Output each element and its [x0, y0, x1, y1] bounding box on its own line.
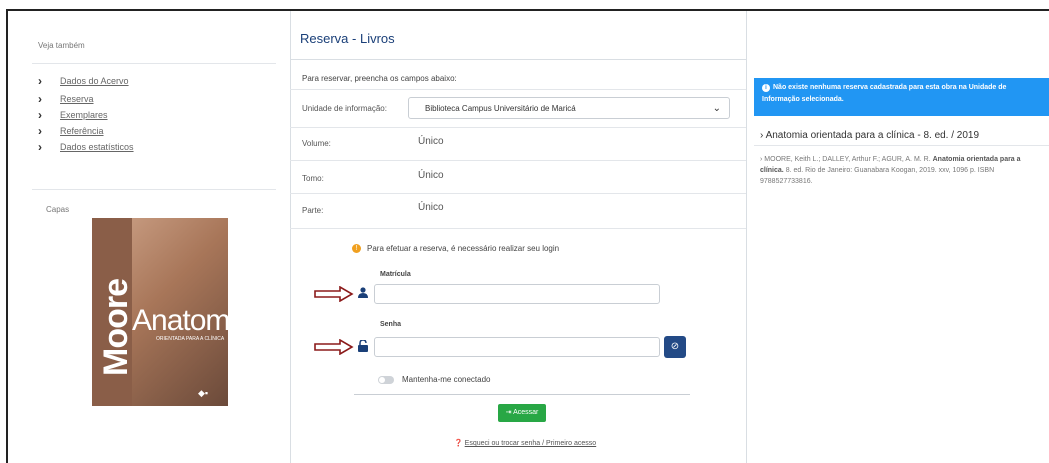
chevron-right-icon: › — [38, 108, 42, 122]
divider — [754, 145, 1049, 146]
toggle-password-button[interactable]: ⊘ — [664, 336, 686, 358]
senha-label: Senha — [380, 321, 402, 328]
chevron-right-icon: › — [38, 124, 42, 138]
instruction-text: Para reservar, preencha os campos abaixo… — [302, 74, 457, 83]
link-reserva[interactable]: › Reserva — [38, 91, 134, 107]
divider — [32, 189, 276, 190]
tomo-value: Único — [418, 170, 444, 181]
see-also-links: › Dados do Acervo › Reserva › Exemplares › R… — [38, 71, 134, 155]
link-referencia[interactable]: › Referência — [38, 123, 134, 139]
tomo-label: Tomo: — [302, 174, 324, 183]
toggle-switch[interactable] — [378, 375, 394, 384]
cover-author: Moore — [97, 279, 135, 376]
right-panel: i Não existe nenhuma reserva cadastrada p… — [746, 11, 1049, 463]
link-dados-estatisticos[interactable]: › Dados estatísticos — [38, 139, 134, 155]
chevron-right-icon: › — [760, 156, 763, 163]
divider — [290, 89, 746, 90]
book-reference: › MOORE, Keith L.; DALLEY, Arthur F.; AG… — [760, 156, 1021, 185]
chevron-right-icon: › — [38, 74, 42, 88]
chevron-right-icon: › — [760, 130, 764, 141]
divider — [290, 228, 746, 229]
covers-title: Capas — [46, 205, 70, 214]
info-alert: i Não existe nenhuma reserva cadastrada p… — [754, 78, 1049, 116]
unit-select-value: Biblioteca Campus Universitário de Maric… — [425, 104, 576, 113]
matricula-input[interactable] — [374, 284, 660, 304]
link-exemplares[interactable]: › Exemplares — [38, 107, 134, 123]
divider — [290, 59, 746, 60]
parte-value: Único — [418, 202, 444, 213]
page-frame: Veja também › Dados do Acervo › Reserva › E… — [6, 9, 1049, 463]
keep-connected-toggle[interactable]: Mantenha-me conectado — [378, 375, 491, 384]
red-arrow-annotation — [314, 339, 354, 355]
user-icon — [358, 287, 368, 301]
forgot-password-link[interactable]: ❓ Esqueci ou trocar senha / Primeiro ace… — [454, 439, 596, 447]
divider — [354, 394, 690, 395]
parte-label: Parte: — [302, 206, 324, 215]
red-arrow-annotation — [314, 286, 354, 302]
senha-input[interactable] — [374, 337, 660, 357]
chevron-right-icon: › — [38, 92, 42, 106]
warning-icon: ! — [352, 244, 361, 254]
link-dados-acervo[interactable]: › Dados do Acervo — [38, 71, 134, 91]
login-button[interactable]: ⇥ Acessar — [498, 404, 546, 422]
left-sidebar: Veja também › Dados do Acervo › Reserva › E… — [8, 11, 291, 463]
matricula-label: Matrícula — [380, 271, 411, 278]
divider — [32, 63, 276, 64]
chevron-down-icon: ⌄ — [712, 103, 721, 114]
question-icon: ❓ — [454, 440, 463, 447]
volume-label: Volume: — [302, 139, 331, 148]
chevron-right-icon: › — [38, 140, 42, 154]
eye-slash-icon: ⊘ — [670, 341, 680, 352]
divider — [290, 160, 746, 161]
lock-open-icon — [358, 339, 368, 355]
reservation-form: Reserva - Livros Para reservar, preencha… — [290, 11, 747, 463]
divider — [290, 193, 746, 194]
info-icon: i — [762, 84, 770, 92]
divider — [290, 127, 746, 128]
sign-in-icon: ⇥ — [505, 409, 512, 416]
unit-select[interactable]: Biblioteca Campus Universitário de Maric… — [408, 97, 730, 119]
unit-label: Unidade de informação: — [302, 104, 387, 113]
cover-subtitle: ORIENTADA PARA A CLÍNICA — [156, 336, 225, 342]
login-alert: ! Para efetuar a reserva, é necessário re… — [352, 244, 559, 254]
see-also-title: Veja também — [38, 41, 85, 50]
book-title: › Anatomia orientada para a clínica - 8.… — [760, 130, 980, 141]
book-cover-image: Moore Anatomia ORIENTADA PARA A CLÍNICA … — [92, 218, 228, 406]
publisher-logo-icon: ◆▪ — [198, 388, 209, 398]
volume-value: Único — [418, 136, 444, 147]
page-title: Reserva - Livros — [300, 31, 395, 46]
cover-title: Anatomia — [132, 304, 228, 337]
